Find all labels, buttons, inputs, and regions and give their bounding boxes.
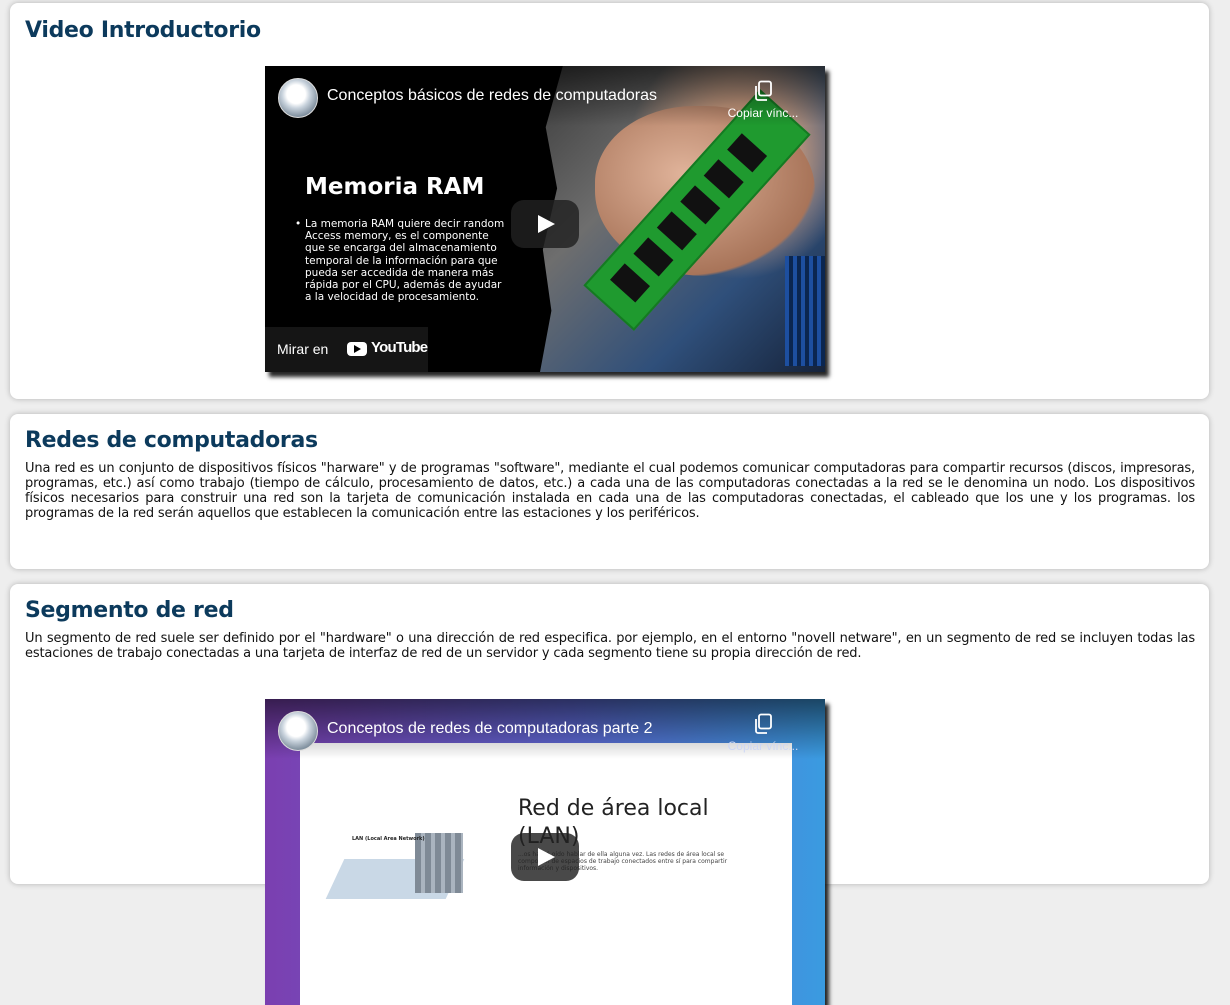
channel-avatar-icon[interactable] xyxy=(278,78,318,118)
copy-link-label: Copiar vínc... xyxy=(727,739,799,753)
copy-icon xyxy=(755,80,772,101)
section-body: Una red es un conjunto de dispositivos f… xyxy=(25,461,1195,521)
copy-link-button[interactable]: Copiar vínc... xyxy=(721,713,805,753)
thumbnail-heading: Memoria RAM xyxy=(305,174,485,200)
section-redes-de-computadoras: Redes de computadoras Una red es un conj… xyxy=(10,414,1209,569)
channel-avatar-icon[interactable] xyxy=(278,711,318,751)
watch-on-label: Mirar en xyxy=(277,341,329,357)
video-title-link[interactable]: Conceptos básicos de redes de computador… xyxy=(327,87,657,105)
copy-link-label: Copiar vínc... xyxy=(727,106,799,120)
thumbnail-text: La memoria RAM quiere decir random Acces… xyxy=(295,218,505,303)
section-title: Video Introductorio xyxy=(25,18,261,43)
section-title: Segmento de red xyxy=(25,598,234,623)
thumbnail-lan-label: LAN (Local Area Network) xyxy=(352,836,425,842)
youtube-wordmark: YouTube xyxy=(371,339,428,356)
section-title: Redes de computadoras xyxy=(25,428,318,453)
watch-on-youtube-button[interactable]: Mirar en YouTube xyxy=(265,327,428,372)
section-body: Un segmento de red suele ser definido po… xyxy=(25,631,1195,661)
copy-icon xyxy=(755,713,772,734)
youtube-embed-parte-2[interactable]: LAN (Local Area Network) Red de área loc… xyxy=(265,699,825,1005)
play-button[interactable] xyxy=(511,833,579,881)
thumbnail-motherboard xyxy=(785,256,825,366)
video-title-link[interactable]: Conceptos de redes de computadoras parte… xyxy=(327,720,653,738)
youtube-embed-intro[interactable]: Memoria RAM La memoria RAM quiere decir … xyxy=(265,66,825,372)
copy-link-button[interactable]: Copiar vínc... xyxy=(721,80,805,120)
thumbnail-building xyxy=(415,833,463,893)
section-video-introductorio: Video Introductorio Memoria RAM La memor… xyxy=(10,3,1209,399)
play-button[interactable] xyxy=(511,200,579,248)
youtube-logo-icon xyxy=(347,342,367,356)
section-segmento-de-red: Segmento de red Un segmento de red suele… xyxy=(10,584,1209,1005)
